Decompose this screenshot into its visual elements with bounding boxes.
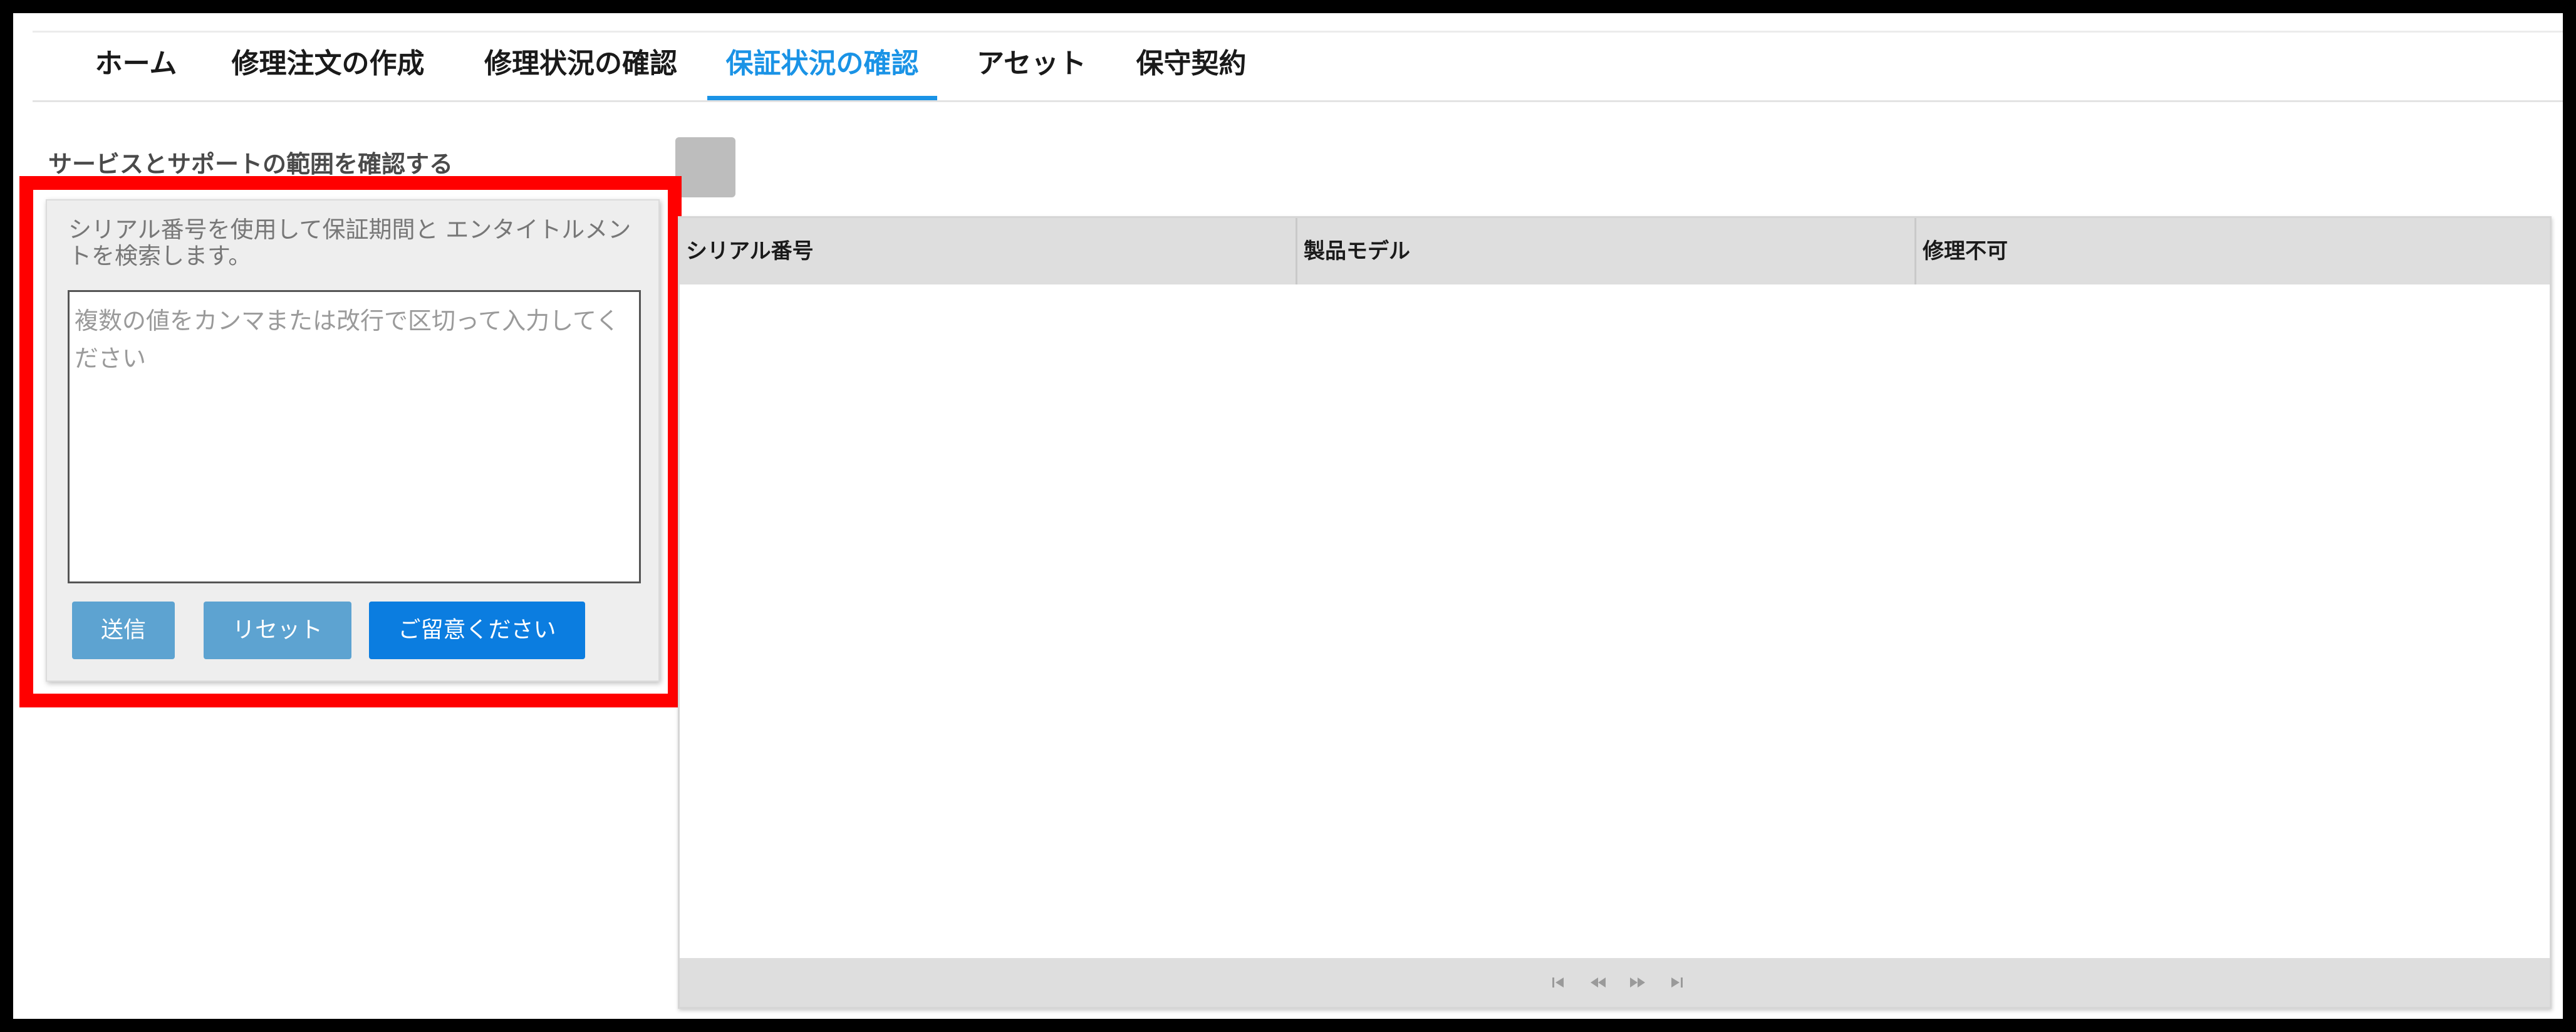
next-page-icon[interactable]	[1628, 973, 1647, 992]
prev-page-icon[interactable]	[1589, 973, 1607, 992]
tab-warranty-status[interactable]: 保証状況の確認	[707, 33, 937, 100]
tab-home[interactable]: ホーム	[86, 33, 186, 100]
results-grid: シリアル番号 製品モデル 修理不可	[678, 216, 2552, 1009]
highlight-box	[19, 176, 682, 707]
column-header-unrepairable[interactable]: 修理不可	[1916, 218, 2550, 284]
tab-create-repair-order[interactable]: 修理注文の作成	[223, 33, 433, 100]
tab-maintenance-contract[interactable]: 保守契約	[1126, 33, 1256, 100]
grid-header: シリアル番号 製品モデル 修理不可	[680, 218, 2550, 284]
tab-assets[interactable]: アセット	[967, 33, 1096, 100]
tab-repair-status[interactable]: 修理状況の確認	[477, 33, 684, 100]
section-title: サービスとサポートの範囲を確認する	[48, 150, 454, 178]
last-page-icon[interactable]	[1666, 973, 1685, 992]
column-header-serial-number[interactable]: シリアル番号	[680, 218, 1297, 284]
app-window: ホーム 修理注文の作成 修理状況の確認 保証状況の確認 アセット 保守契約 サー…	[13, 13, 2563, 1019]
column-header-product-model[interactable]: 製品モデル	[1297, 218, 1916, 284]
placeholder-block	[675, 137, 735, 197]
grid-pager	[680, 958, 2550, 1007]
top-nav: ホーム 修理注文の作成 修理状況の確認 保証状況の確認 アセット 保守契約	[33, 31, 2563, 102]
first-page-icon[interactable]	[1550, 973, 1569, 992]
